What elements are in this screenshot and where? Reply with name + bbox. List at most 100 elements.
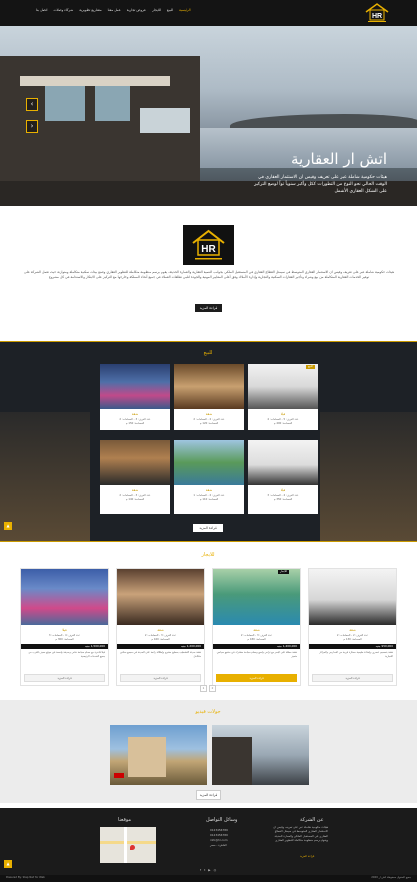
bg-building-right [320, 412, 417, 541]
footer-address: القاهرة - مصر [210, 843, 227, 847]
card-desc: شقة حديثة التشطيب بمطبخ مفتوح وإطلالة را… [120, 651, 201, 658]
property-image [21, 569, 108, 625]
video-house [212, 737, 252, 785]
card-name: شقة [205, 412, 213, 416]
card-read-more-button[interactable]: قراءة المزيد [24, 674, 105, 682]
sale-card[interactable]: شقة عدد الغرف: 2 - الحمامات: 2 المساحة: … [174, 364, 244, 430]
nav-links: الرئيسية للبيع للايجار عروض تجارية عمل م… [36, 8, 191, 12]
property-image [174, 440, 244, 485]
about-read-more-button[interactable]: قراءة المزيد [195, 304, 222, 312]
sale-card[interactable]: شقة عدد الغرف: 3 - الحمامات: 2 المساحة: … [100, 440, 170, 514]
nav-item-work[interactable]: عمل معنا [108, 8, 121, 12]
property-image [100, 440, 170, 485]
top-nav: الرئيسية للبيع للايجار عروض تجارية عمل م… [0, 0, 417, 26]
property-image [248, 440, 318, 485]
card-info: المساحة: 140 م [125, 498, 145, 501]
nav-item-contact[interactable]: اتصل بنا [36, 8, 47, 12]
video-section [0, 700, 417, 803]
sale-read-more-button[interactable]: قراءة المزيد [193, 524, 223, 532]
nav-item-projects[interactable]: مشاريع تطويرية [79, 8, 101, 12]
sale-card[interactable]: شقة عدد الغرف: 3 - الحمامات: 2 المساحة: … [100, 364, 170, 430]
card-info: المساحة: 130 م [343, 638, 362, 641]
page-2-button[interactable]: 2 [209, 685, 216, 692]
video-building [128, 737, 166, 777]
footer-email[interactable]: info@hr.com [210, 838, 228, 842]
bottom-bar: Powered By: Step Net for Web جميع الحقوق… [0, 875, 417, 882]
footer-about-link[interactable]: قراءة المزيد [300, 854, 314, 858]
page-1-button[interactable]: 1 [200, 685, 207, 692]
nav-item-rent[interactable]: للايجار [152, 8, 161, 12]
nav-item-home[interactable]: الرئيسية [179, 8, 191, 12]
card-read-more-button[interactable]: قراءة المزيد [312, 674, 393, 682]
card-info: عدد الغرف: 5 - الحمامات: 4 [267, 417, 299, 421]
card-name: شقة [205, 488, 213, 492]
card-info: المساحة: 150 م [125, 422, 145, 425]
card-info: المساحة: 350 م [273, 498, 293, 501]
card-read-more-button[interactable]: قراءة المزيد [120, 674, 201, 682]
card-info: المساحة: 120 م [199, 422, 219, 425]
card-name: فيلا [280, 412, 286, 416]
svg-text:HR: HR [372, 13, 382, 20]
footer-about-title: عن الشركة [300, 817, 324, 823]
footer-mobile[interactable]: 0123456789 [210, 833, 228, 837]
rent-title: للايجار [201, 552, 215, 558]
card-desc: فيلا فاخرة مع حمام سباحة خاص وحديقة واسع… [28, 651, 105, 658]
property-image [309, 569, 396, 625]
play-icon[interactable] [114, 773, 124, 778]
about-logo: HR [183, 225, 234, 265]
property-image [248, 364, 318, 409]
scroll-top-button-footer[interactable]: ▲ [4, 860, 12, 868]
sale-title: للبيع [203, 350, 213, 356]
card-info: المساحة: 400 م [273, 422, 293, 425]
hero-next-arrow[interactable]: › [26, 120, 38, 133]
footer-contact-title: وسائل التواصل [206, 817, 238, 823]
nav-item-commercial[interactable]: عروض تجارية [127, 8, 146, 12]
hero-prev-arrow[interactable]: ‹ [26, 98, 38, 111]
instagram-icon[interactable]: ◎ [214, 868, 217, 872]
powered-by[interactable]: Powered By: Step Net for Web [6, 876, 45, 879]
sale-card[interactable]: فيلا عدد الغرف: 4 - الحمامات: 3 المساحة:… [248, 440, 318, 514]
card-info: المساحة: 160 م [151, 638, 170, 641]
location-map[interactable] [100, 827, 156, 863]
sale-badge: للبيع [306, 365, 315, 369]
rent-card[interactable]: شقة عدد الغرف: 3 - الحمامات: 2 المساحة: … [212, 568, 301, 686]
card-info: عدد الغرف: 3 - الحمامات: 2 [240, 633, 273, 637]
property-image [100, 364, 170, 409]
sale-card[interactable]: فيلا عدد الغرف: 5 - الحمامات: 4 المساحة:… [248, 364, 318, 430]
card-desc: شقة بتصميم عصري وإضاءة طبيعية ممتازة قري… [319, 651, 393, 658]
video-thumbnail[interactable] [110, 725, 207, 785]
card-name: فيلا [62, 628, 67, 632]
hero-slider: اتش ار العقارية هيئات حكومية شاملة عبر ع… [0, 26, 417, 206]
video-thumbnail[interactable] [212, 725, 309, 785]
footer-phone[interactable]: 0123456789 [210, 828, 228, 832]
nav-item-sale[interactable]: للبيع [167, 8, 173, 12]
map-road [100, 841, 156, 844]
card-name: شقة [349, 628, 356, 632]
facebook-icon[interactable]: f [200, 868, 201, 872]
card-info: عدد الغرف: 2 - الحمامات: 1 [193, 493, 225, 497]
card-name: شقة [131, 488, 139, 492]
rent-card[interactable]: شقة عدد الغرف: 2 - الحمامات: 2 المساحة: … [308, 568, 397, 686]
scroll-top-button[interactable]: ▲ [4, 522, 12, 530]
rent-card[interactable]: شقة عدد الغرف: 3 - الحمامات: 2 المساحة: … [116, 568, 205, 686]
rent-card[interactable]: فيلا عدد الغرف: 4 - الحمامات: 3 المساحة:… [20, 568, 109, 686]
youtube-icon[interactable]: ▶ [208, 868, 210, 872]
svg-text:HR: HR [201, 244, 216, 255]
card-read-more-button[interactable]: قراءة المزيد [216, 674, 297, 682]
card-info: عدد الغرف: 4 - الحمامات: 3 [267, 493, 299, 497]
map-road [124, 827, 127, 863]
property-image [174, 364, 244, 409]
card-info: المساحة: 110 م [199, 498, 219, 501]
copyright: جميع الحقوق محفوظة اتش ار 2020 [371, 876, 411, 879]
card-info: عدد الغرف: 2 - الحمامات: 2 [193, 417, 225, 421]
footer-map-title: موقعنا [118, 817, 132, 823]
hero-title: اتش ار العقارية [290, 150, 387, 168]
sale-card[interactable]: شقة عدد الغرف: 2 - الحمامات: 1 المساحة: … [174, 440, 244, 514]
card-info: عدد الغرف: 3 - الحمامات: 2 [144, 633, 177, 637]
video-read-more-button[interactable]: قراءة المزيد [196, 790, 221, 800]
nav-item-partners[interactable]: شركاء وصلات [53, 8, 73, 12]
twitter-icon[interactable]: t [204, 868, 205, 872]
company-logo[interactable]: HR [362, 2, 392, 24]
hero-window [140, 108, 190, 133]
rent-badge: للايجار [278, 570, 289, 574]
